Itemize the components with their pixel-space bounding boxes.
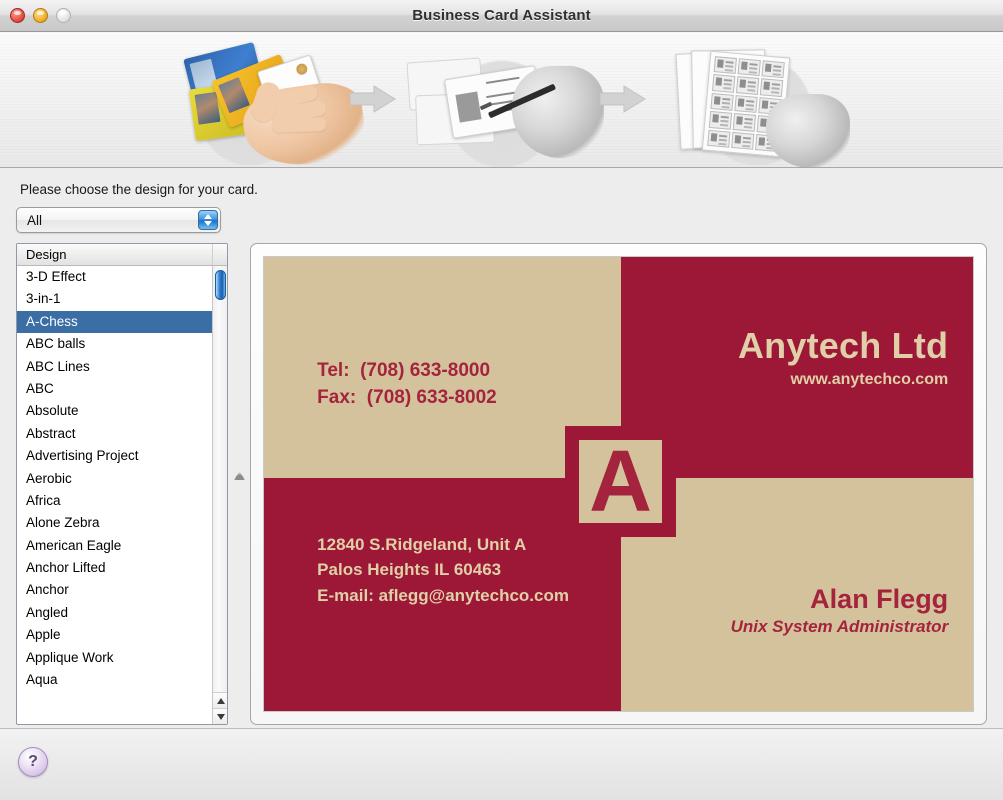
window-titlebar: Business Card Assistant (0, 0, 1003, 32)
mini-card (734, 94, 758, 114)
chevron-down-icon (204, 221, 212, 226)
step-arrow-icon (350, 85, 396, 113)
hand-holding-sheet (766, 94, 850, 167)
scroll-down-button[interactable] (213, 708, 227, 724)
hand-with-pen (512, 66, 604, 158)
help-button[interactable]: ? (18, 747, 48, 777)
design-list-item[interactable]: A-Chess (17, 310, 212, 334)
assistant-steps-banner (0, 32, 1003, 168)
design-list-item[interactable]: ABC (17, 378, 212, 400)
design-list-item[interactable]: Absolute (17, 400, 212, 422)
finger (271, 117, 327, 133)
assistant-content-area: Please choose the design for your card. … (0, 168, 1003, 728)
splitter-grabber-icon[interactable] (234, 471, 245, 480)
card-address-line1: 12840 S.Ridgeland, Unit A (317, 534, 527, 554)
card-website: www.anytechco.com (790, 371, 949, 389)
design-list-item[interactable]: Angled (17, 602, 212, 624)
assistant-footer: ? New Blank Open Recent Finish Next (0, 728, 1003, 800)
design-list-item[interactable]: ABC balls (17, 333, 212, 355)
window-title: Business Card Assistant (412, 7, 591, 24)
design-chooser-panes: Design 3-D Effect 3-in-1 A-Chess ABC balls A… (16, 243, 987, 725)
minimize-window-button[interactable] (33, 8, 48, 23)
design-list-item[interactable]: Anchor (17, 579, 212, 601)
step-choose-cards-illustration (170, 38, 370, 167)
design-list-item[interactable]: Applique Work (17, 647, 212, 669)
mini-card (735, 76, 760, 95)
card-text-line (485, 76, 520, 85)
card-person-title: Unix System Administrator (730, 616, 949, 636)
mini-card (707, 129, 731, 148)
card-address-block: 12840 S.Ridgeland, Unit A Palos Heights … (317, 532, 569, 609)
chevron-updown-icon[interactable] (198, 210, 218, 230)
scrollbar-arrows[interactable] (213, 692, 227, 724)
design-list-item[interactable]: Advertising Project (17, 445, 212, 467)
category-filter-value: All (27, 212, 43, 228)
mini-card (712, 74, 736, 93)
card-person-name: Alan Flegg (810, 583, 949, 614)
design-list-item[interactable]: Africa (17, 490, 212, 512)
mini-card (713, 56, 737, 75)
design-list-scrollbar[interactable] (212, 266, 227, 724)
traffic-lights (10, 8, 71, 23)
category-filter-popup[interactable]: All (16, 207, 221, 233)
mini-card (732, 113, 757, 132)
card-address-line2: Palos Heights IL 60463 (317, 560, 502, 580)
step-edit-card-illustration (400, 38, 604, 167)
card-photo (218, 77, 250, 114)
card-preview-panel: Tel: (708) 633-8000 Fax: (708) 633-8002 … (250, 243, 987, 725)
design-list-item[interactable]: 3-D Effect (17, 266, 212, 288)
chevron-up-icon (204, 214, 212, 219)
scroll-up-button[interactable] (213, 692, 227, 708)
card-phone-block: Tel: (708) 633-8000 Fax: (708) 633-8002 (317, 359, 497, 409)
instruction-text: Please choose the design for your card. (20, 182, 258, 197)
design-list-item[interactable]: American Eagle (17, 535, 212, 557)
card-portrait (455, 91, 482, 123)
design-list-header[interactable]: Design (17, 244, 227, 266)
design-list-item[interactable]: Abstract (17, 423, 212, 445)
design-list-item[interactable]: Aqua (17, 669, 212, 691)
card-seal-icon (294, 62, 309, 77)
card-email: E-mail: aflegg@anytechco.com (317, 585, 569, 605)
business-card-assistant-window: Business Card Assistant Please choose th… (0, 0, 1003, 800)
design-column-header: Design (26, 247, 67, 262)
design-list-item[interactable]: Alone Zebra (17, 512, 212, 534)
business-card-preview: Tel: (708) 633-8000 Fax: (708) 633-8002 … (263, 256, 974, 712)
card-company-block: Anytech Ltd www.anytechco.com (738, 325, 948, 389)
zoom-window-button[interactable] (56, 8, 71, 23)
mini-card (710, 92, 734, 112)
pane-splitter[interactable] (228, 243, 250, 725)
mini-card (761, 60, 785, 79)
step-arrow-icon (600, 85, 646, 113)
mini-card (759, 78, 784, 97)
mini-card (731, 131, 755, 150)
card-person-block: Alan Flegg Unix System Administrator (731, 584, 949, 637)
card-logo-letter: A (565, 426, 676, 537)
design-list-item[interactable]: Aerobic (17, 468, 212, 490)
design-list-item[interactable]: ABC Lines (17, 356, 212, 378)
mini-card (708, 111, 733, 130)
design-list-rows: 3-D Effect 3-in-1 A-Chess ABC balls ABC Line… (17, 266, 212, 724)
design-list[interactable]: Design 3-D Effect 3-in-1 A-Chess ABC balls A… (16, 243, 228, 725)
design-list-item[interactable]: 3-in-1 (17, 288, 212, 310)
card-company-name: Anytech Ltd (737, 325, 949, 367)
close-window-button[interactable] (10, 8, 25, 23)
arrow-up-icon (216, 697, 225, 704)
mini-card (737, 58, 761, 77)
arrow-down-icon (216, 713, 225, 720)
scrollbar-thumb[interactable] (215, 270, 226, 300)
header-corner (212, 244, 227, 265)
design-list-item[interactable]: Apple (17, 624, 212, 646)
design-list-item[interactable]: Anchor Lifted (17, 557, 212, 579)
step-print-sheet-illustration (660, 38, 850, 167)
